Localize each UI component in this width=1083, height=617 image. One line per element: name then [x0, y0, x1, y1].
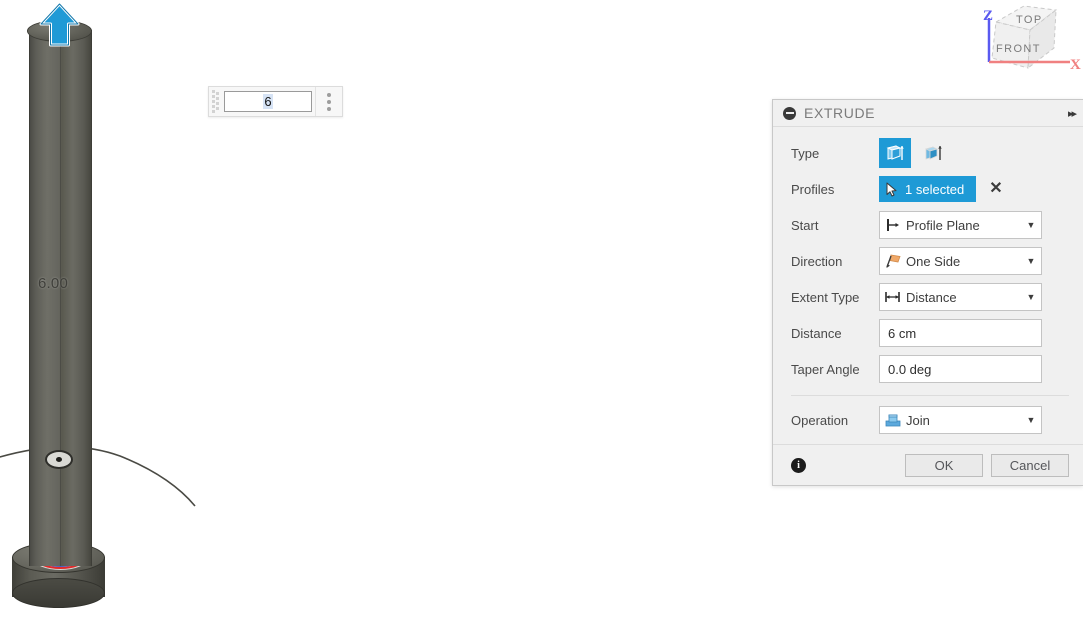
- distance-extent-icon: [880, 289, 906, 305]
- row-taper-angle: Taper Angle 0.0 deg: [773, 351, 1083, 387]
- chevron-down-icon[interactable]: ▼: [1021, 415, 1041, 425]
- viewcube[interactable]: TOP FRONT Z X: [978, 0, 1083, 82]
- join-operation-icon: [880, 412, 906, 428]
- chevron-down-icon[interactable]: ▼: [1021, 292, 1041, 302]
- ok-button[interactable]: OK: [905, 453, 983, 477]
- origin-point-marker-icon[interactable]: [45, 450, 73, 469]
- dialog-title-bar[interactable]: EXTRUDE ▸▸: [773, 100, 1083, 127]
- operation-value: Join: [906, 412, 930, 428]
- up-arrow-manipulator-icon[interactable]: [36, 2, 83, 48]
- dialog-body: Type Profiles 1 selected ✕ Start Profile…: [773, 127, 1083, 438]
- distance-input[interactable]: 6 cm: [879, 319, 1042, 347]
- dialog-title: EXTRUDE: [804, 105, 876, 121]
- extrude-profile-icon-button[interactable]: [879, 138, 911, 168]
- base-cylinder-bottom: [12, 578, 105, 608]
- profiles-selection-button[interactable]: 1 selected: [879, 176, 977, 202]
- drag-grip-icon[interactable]: [209, 87, 221, 116]
- extrude-dimension-label[interactable]: 6.00: [38, 275, 68, 292]
- collapse-minus-icon[interactable]: [783, 106, 796, 120]
- taper-angle-input[interactable]: 0.0 deg: [879, 355, 1042, 383]
- extrude-thin-icon-button[interactable]: [917, 138, 949, 168]
- type-label: Type: [791, 145, 820, 161]
- extruded-cylinder-body[interactable]: [29, 30, 92, 566]
- cancel-button[interactable]: Cancel: [991, 453, 1069, 477]
- row-operation: Operation Join ▼: [773, 402, 1083, 438]
- extrude-dialog[interactable]: EXTRUDE ▸▸ Type Profiles 1 selected ✕ St…: [772, 99, 1083, 486]
- extrude-thin-icon: [924, 146, 942, 160]
- viewcube-axis-z-label: Z: [983, 8, 994, 24]
- extent-type-dropdown[interactable]: Distance ▼: [879, 283, 1042, 311]
- cursor-arrow-icon: [886, 182, 897, 196]
- double-chevron-right-icon[interactable]: ▸▸: [1068, 107, 1077, 120]
- extent-type-value: Distance: [906, 289, 957, 305]
- direction-value: One Side: [906, 253, 961, 269]
- dialog-footer: i OK Cancel: [773, 444, 1083, 485]
- row-extent-type: Extent Type Distance ▼: [773, 279, 1083, 315]
- row-start: Start Profile Plane ▼: [773, 207, 1083, 243]
- profiles-selection-text: 1 selected: [905, 181, 965, 197]
- distance-value-input[interactable]: 6: [224, 91, 312, 112]
- viewcube-top-label[interactable]: TOP: [1016, 14, 1043, 26]
- start-dropdown[interactable]: Profile Plane ▼: [879, 211, 1042, 239]
- dimension-value-widget[interactable]: 6: [208, 86, 343, 117]
- one-side-direction-icon: [880, 253, 906, 269]
- chevron-down-icon[interactable]: ▼: [1021, 220, 1041, 230]
- row-type: Type: [773, 135, 1083, 171]
- distance-value-text: 6: [263, 94, 273, 109]
- extrude-profile-icon: [886, 145, 904, 160]
- row-direction: Direction One Side ▼: [773, 243, 1083, 279]
- profile-plane-icon: [880, 217, 906, 233]
- viewcube-axis-x-label: X: [1070, 57, 1081, 73]
- cylinder-silhouette-edge: [60, 30, 61, 566]
- kebab-menu-icon[interactable]: [315, 87, 342, 116]
- profiles-label: Profiles: [791, 181, 835, 197]
- extent-type-label: Extent Type: [791, 289, 860, 305]
- row-profiles: Profiles 1 selected ✕: [773, 171, 1083, 207]
- direction-label: Direction: [791, 253, 843, 269]
- row-distance: Distance 6 cm: [773, 315, 1083, 351]
- chevron-down-icon[interactable]: ▼: [1021, 256, 1041, 266]
- operation-label: Operation: [791, 412, 849, 428]
- taper-angle-label: Taper Angle: [791, 361, 860, 377]
- viewcube-front-label[interactable]: FRONT: [996, 43, 1041, 55]
- direction-dropdown[interactable]: One Side ▼: [879, 247, 1042, 275]
- section-divider: [791, 395, 1069, 396]
- start-label: Start: [791, 217, 819, 233]
- start-value: Profile Plane: [906, 217, 980, 233]
- operation-dropdown[interactable]: Join ▼: [879, 406, 1042, 434]
- clear-x-icon[interactable]: ✕: [989, 181, 1002, 197]
- info-icon[interactable]: i: [791, 457, 806, 473]
- distance-label: Distance: [791, 325, 842, 341]
